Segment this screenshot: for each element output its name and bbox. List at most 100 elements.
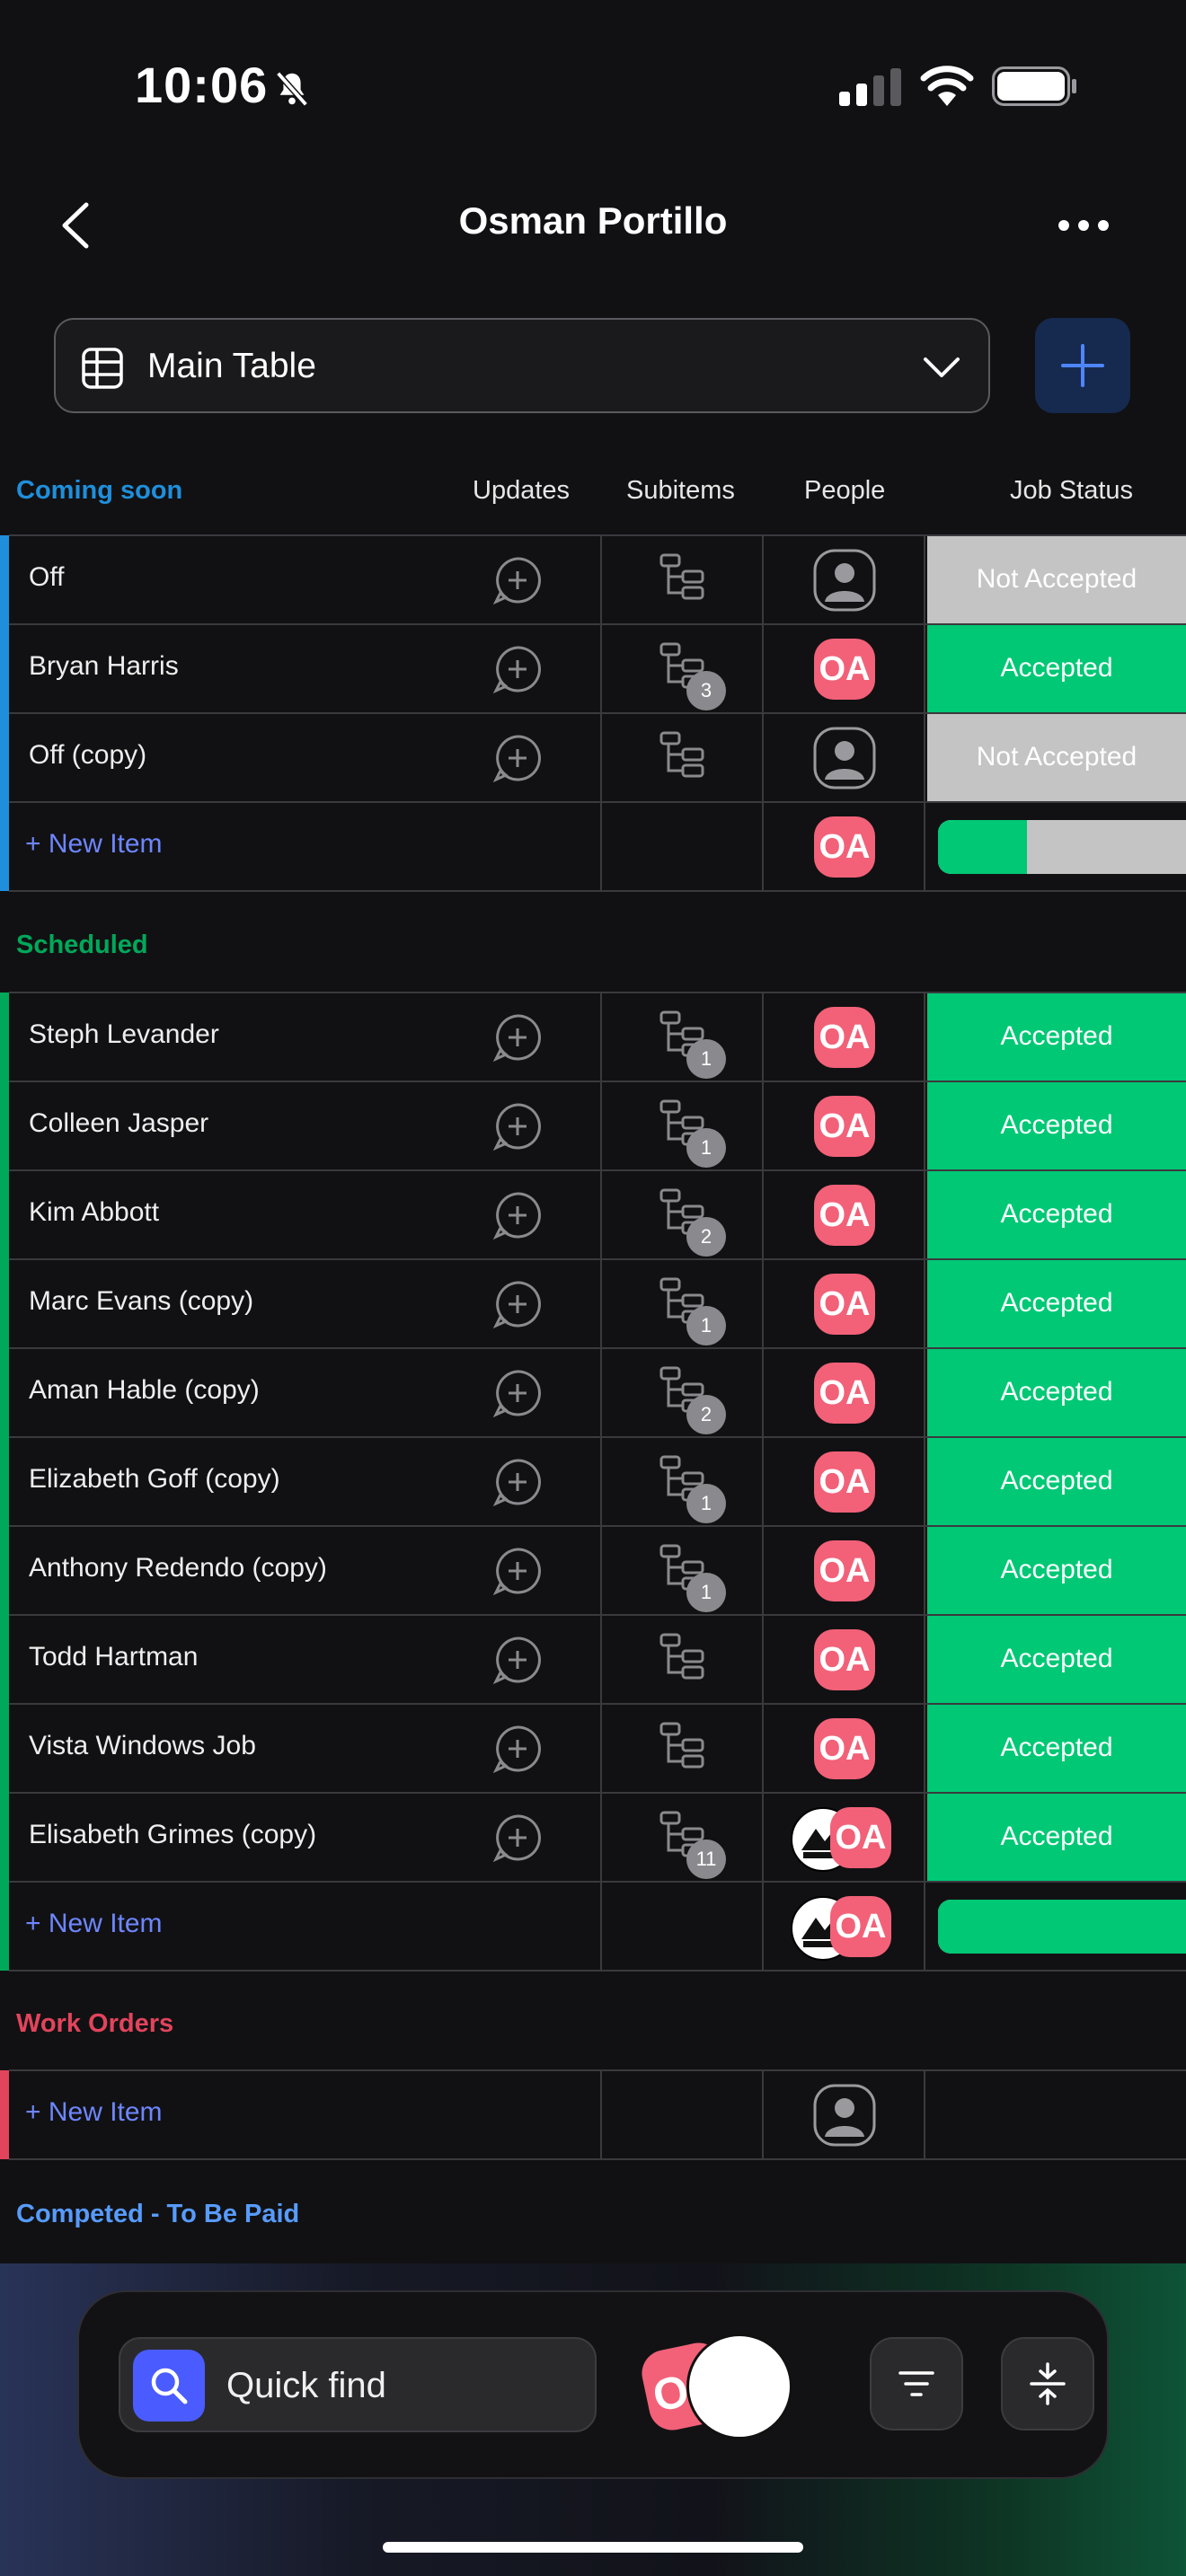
- job-status-cell[interactable]: Accepted: [927, 1437, 1186, 1525]
- subitems-icon[interactable]: [658, 729, 708, 781]
- add-update-icon[interactable]: [492, 1190, 543, 1240]
- job-status-cell[interactable]: Accepted: [927, 1526, 1186, 1614]
- job-status-cell[interactable]: Accepted: [927, 1793, 1186, 1881]
- add-update-icon[interactable]: [492, 1813, 543, 1863]
- column-header-people[interactable]: People: [804, 476, 885, 506]
- group-title-scheduled[interactable]: Scheduled: [16, 931, 148, 960]
- table-row[interactable]: Off (copy) Not Accepted: [0, 713, 1186, 802]
- add-update-icon[interactable]: [492, 733, 543, 783]
- table-row[interactable]: Todd Hartman OA Accepted: [0, 1615, 1186, 1704]
- person-avatar[interactable]: OA: [814, 1007, 875, 1068]
- empty-person-icon[interactable]: [812, 548, 877, 613]
- table-row[interactable]: Elisabeth Grimes (copy) 11 OA Accepted: [0, 1793, 1186, 1882]
- table-row[interactable]: Off Not Accepted: [0, 535, 1186, 624]
- person-avatar[interactable]: OA: [814, 639, 875, 700]
- job-status-cell[interactable]: Not Accepted: [927, 535, 1186, 623]
- job-status-cell[interactable]: Accepted: [927, 624, 1186, 712]
- company-logo-avatar[interactable]: [686, 2333, 792, 2439]
- subitems-icon[interactable]: [658, 1720, 708, 1772]
- chevron-down-icon: [924, 357, 960, 377]
- bottom-toolbar: Quick find O: [77, 2290, 1109, 2479]
- table-view-selector[interactable]: Main Table: [54, 318, 990, 413]
- item-name[interactable]: Todd Hartman: [29, 1642, 198, 1672]
- person-avatar[interactable]: OA: [814, 1718, 875, 1779]
- add-update-icon[interactable]: [492, 1546, 543, 1596]
- status-summary-bar[interactable]: [938, 820, 1186, 874]
- group-title-work-orders[interactable]: Work Orders: [16, 2009, 173, 2039]
- table-row[interactable]: Colleen Jasper 1 OA Accepted: [0, 1081, 1186, 1170]
- new-item-row[interactable]: + New Item: [0, 2070, 1186, 2159]
- job-status-cell[interactable]: Accepted: [927, 1081, 1186, 1169]
- person-avatar[interactable]: OA: [814, 1540, 875, 1601]
- table-row[interactable]: Aman Hable (copy) 2 OA Accepted: [0, 1348, 1186, 1437]
- new-item-button[interactable]: + New Item: [25, 829, 163, 860]
- new-item-button[interactable]: + New Item: [25, 1909, 163, 1939]
- item-name[interactable]: Bryan Harris: [29, 651, 179, 682]
- person-avatar[interactable]: OA: [814, 816, 875, 878]
- group-title-coming-soon[interactable]: Coming soon: [16, 476, 182, 506]
- job-status-cell[interactable]: Accepted: [927, 1704, 1186, 1792]
- search-icon-box: [133, 2350, 205, 2422]
- item-name[interactable]: Marc Evans (copy): [29, 1286, 253, 1317]
- table-row[interactable]: Steph Levander 1 OA Accepted: [0, 992, 1186, 1081]
- item-name[interactable]: Vista Windows Job: [29, 1731, 256, 1761]
- person-avatar[interactable]: OA: [814, 1363, 875, 1424]
- filter-button[interactable]: [870, 2337, 963, 2430]
- table-row[interactable]: Marc Evans (copy) 1 OA Accepted: [0, 1259, 1186, 1348]
- add-update-icon[interactable]: [492, 1724, 543, 1774]
- column-header-job-status[interactable]: Job Status: [1010, 476, 1133, 506]
- table-row[interactable]: Anthony Redendo (copy) 1 OA Accepted: [0, 1526, 1186, 1615]
- more-options-icon[interactable]: [1057, 214, 1111, 237]
- add-update-icon[interactable]: [492, 1012, 543, 1063]
- column-header-updates[interactable]: Updates: [473, 476, 570, 506]
- empty-person-icon[interactable]: [812, 2083, 877, 2148]
- item-name[interactable]: Anthony Redendo (copy): [29, 1553, 327, 1584]
- item-name[interactable]: Elizabeth Goff (copy): [29, 1464, 280, 1495]
- item-name[interactable]: Elisabeth Grimes (copy): [29, 1820, 316, 1850]
- table-row[interactable]: Kim Abbott 2 OA Accepted: [0, 1170, 1186, 1259]
- job-status-cell[interactable]: Accepted: [927, 992, 1186, 1081]
- add-update-icon[interactable]: [492, 1635, 543, 1685]
- collapse-groups-button[interactable]: [1001, 2337, 1094, 2430]
- add-update-icon[interactable]: [492, 1368, 543, 1418]
- job-status-cell[interactable]: Accepted: [927, 1170, 1186, 1258]
- item-name[interactable]: Aman Hable (copy): [29, 1375, 260, 1406]
- person-avatar[interactable]: OA: [830, 1807, 891, 1868]
- add-update-icon[interactable]: [492, 1279, 543, 1329]
- add-update-icon[interactable]: [492, 644, 543, 694]
- person-avatar[interactable]: OA: [814, 1185, 875, 1246]
- item-name[interactable]: Kim Abbott: [29, 1197, 159, 1228]
- job-status-cell[interactable]: Accepted: [927, 1259, 1186, 1347]
- add-item-button[interactable]: [1035, 318, 1130, 413]
- empty-person-icon[interactable]: [812, 726, 877, 790]
- person-avatar[interactable]: OA: [814, 1629, 875, 1690]
- subitems-icon[interactable]: [658, 1631, 708, 1683]
- item-name[interactable]: Off: [29, 562, 64, 593]
- add-update-icon[interactable]: [492, 1457, 543, 1507]
- table-row[interactable]: Vista Windows Job OA Accepted: [0, 1704, 1186, 1793]
- table-row[interactable]: Elizabeth Goff (copy) 1 OA Accepted: [0, 1437, 1186, 1526]
- job-status-cell[interactable]: Not Accepted: [927, 713, 1186, 801]
- new-item-button[interactable]: + New Item: [25, 2097, 163, 2128]
- add-update-icon[interactable]: [492, 1101, 543, 1151]
- add-update-icon[interactable]: [492, 555, 543, 605]
- status-time: 10:06: [135, 57, 269, 113]
- column-header-subitems[interactable]: Subitems: [626, 476, 735, 506]
- job-status-cell[interactable]: Accepted: [927, 1348, 1186, 1436]
- new-item-row[interactable]: + New Item OA: [0, 1882, 1186, 1971]
- person-avatar[interactable]: OA: [814, 1096, 875, 1157]
- column-divider: [762, 2070, 764, 2159]
- person-avatar[interactable]: OA: [830, 1896, 891, 1957]
- person-avatar[interactable]: OA: [814, 1451, 875, 1513]
- item-name[interactable]: Off (copy): [29, 740, 146, 771]
- person-avatar[interactable]: OA: [814, 1274, 875, 1335]
- group-title-completed-to-be-paid[interactable]: Competed - To Be Paid: [16, 2200, 299, 2229]
- quick-find-input[interactable]: Quick find: [119, 2337, 597, 2432]
- item-name[interactable]: Colleen Jasper: [29, 1108, 208, 1139]
- new-item-row[interactable]: + New Item OA: [0, 802, 1186, 891]
- status-summary-bar[interactable]: [938, 1900, 1186, 1954]
- job-status-cell[interactable]: Accepted: [927, 1615, 1186, 1703]
- item-name[interactable]: Steph Levander: [29, 1019, 219, 1050]
- subitems-icon[interactable]: [658, 551, 708, 604]
- table-row[interactable]: Bryan Harris 3 OA Accepted: [0, 624, 1186, 713]
